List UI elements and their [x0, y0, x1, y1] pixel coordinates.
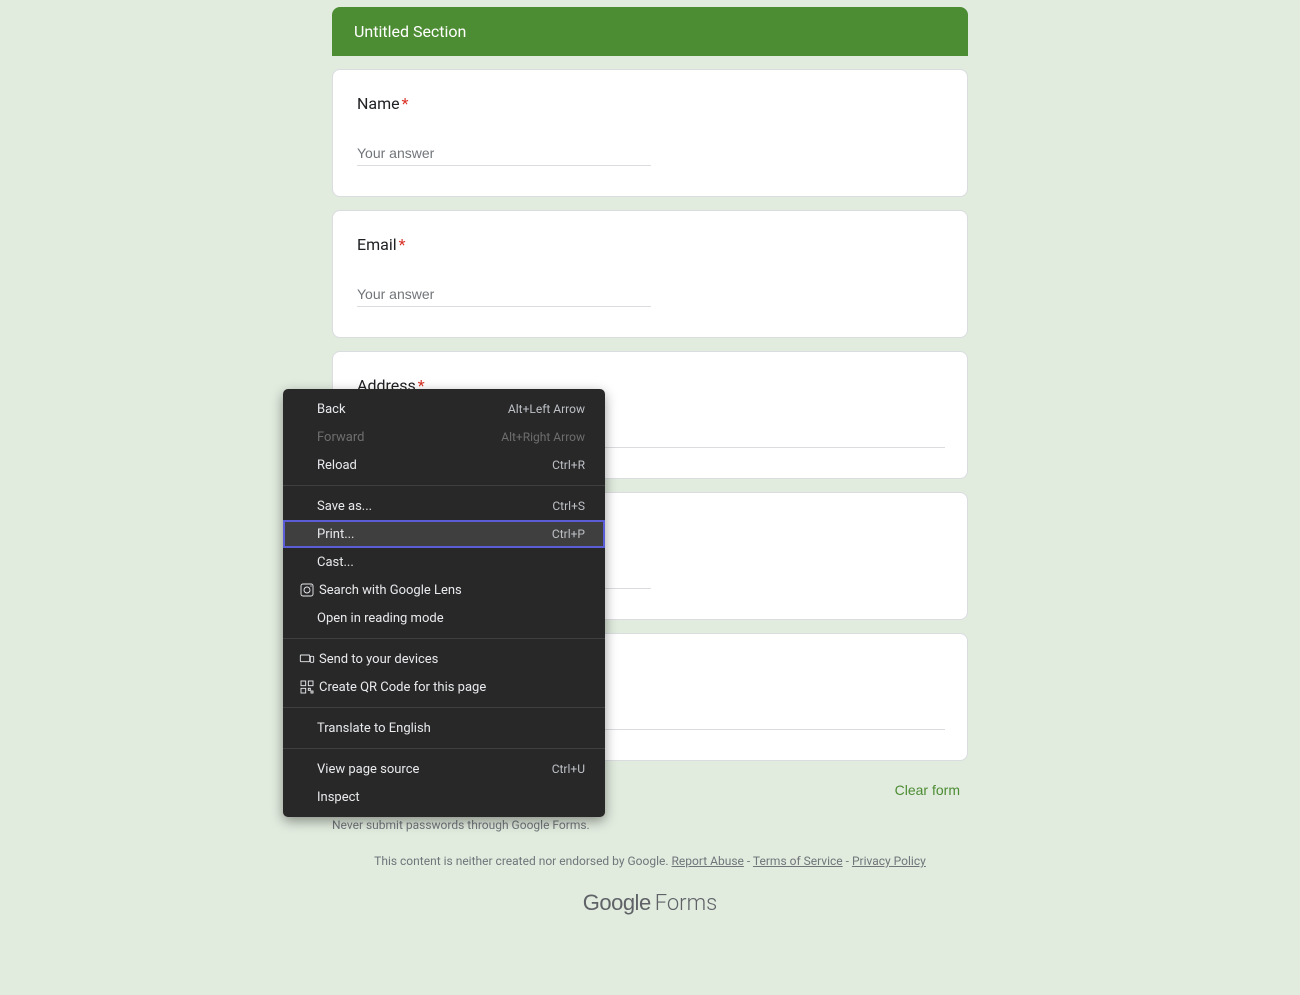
menu-item-label: Reload [297, 458, 552, 473]
label-text: Name [357, 94, 400, 113]
menu-item-forward: ForwardAlt+Right Arrow [283, 423, 605, 451]
email-input[interactable] [357, 282, 651, 307]
menu-item-label: Create QR Code for this page [319, 680, 585, 695]
sep: - [843, 854, 852, 868]
menu-item-view-page-source[interactable]: View page sourceCtrl+U [283, 755, 605, 783]
menu-item-shortcut: Ctrl+P [552, 527, 585, 541]
question-label: Name* [357, 94, 943, 113]
question-card-email: Email* [332, 210, 968, 338]
menu-item-label: Cast... [297, 555, 585, 570]
privacy-link[interactable]: Privacy Policy [852, 854, 926, 868]
clear-form-button[interactable]: Clear form [887, 774, 968, 806]
menu-item-label: Back [297, 402, 508, 417]
menu-item-label: Search with Google Lens [319, 583, 585, 598]
section-header: Untitled Section [332, 7, 968, 56]
menu-item-cast[interactable]: Cast... [283, 548, 605, 576]
devices-icon [297, 651, 317, 667]
menu-item-send-to-your-devices[interactable]: Send to your devices [283, 645, 605, 673]
menu-item-shortcut: Ctrl+U [552, 762, 585, 776]
menu-item-label: Translate to English [297, 721, 585, 736]
terms-link[interactable]: Terms of Service [753, 854, 843, 868]
menu-item-save-as[interactable]: Save as...Ctrl+S [283, 492, 605, 520]
menu-separator [283, 485, 605, 486]
menu-item-label: Open in reading mode [297, 611, 585, 626]
menu-item-label: Save as... [297, 499, 552, 514]
menu-item-back[interactable]: BackAlt+Left Arrow [283, 395, 605, 423]
qr-icon [297, 679, 317, 695]
menu-item-print[interactable]: Print...Ctrl+P [283, 520, 605, 548]
password-notice: Never submit passwords through Google Fo… [332, 818, 968, 832]
menu-item-shortcut: Alt+Right Arrow [501, 430, 585, 444]
menu-item-inspect[interactable]: Inspect [283, 783, 605, 811]
label-text: Email [357, 235, 397, 254]
report-abuse-link[interactable]: Report Abuse [672, 854, 744, 868]
menu-item-label: View page source [297, 762, 552, 777]
menu-item-label: Inspect [297, 790, 585, 805]
logo-google-text: Google [583, 890, 651, 916]
menu-item-label: Forward [297, 430, 501, 445]
required-asterisk: * [399, 235, 406, 254]
context-menu: BackAlt+Left ArrowForwardAlt+Right Arrow… [283, 389, 605, 817]
sep: - [744, 854, 753, 868]
menu-item-shortcut: Alt+Left Arrow [508, 402, 585, 416]
menu-item-search-with-google-lens[interactable]: Search with Google Lens [283, 576, 605, 604]
google-forms-logo[interactable]: Google Forms [332, 890, 968, 916]
menu-item-label: Send to your devices [319, 652, 585, 667]
name-input[interactable] [357, 141, 651, 166]
menu-item-label: Print... [297, 527, 552, 542]
menu-item-shortcut: Ctrl+R [552, 458, 585, 472]
menu-item-translate-to-english[interactable]: Translate to English [283, 714, 605, 742]
menu-separator [283, 707, 605, 708]
menu-separator [283, 638, 605, 639]
lens-icon [297, 582, 317, 598]
menu-separator [283, 748, 605, 749]
disclaimer: This content is neither created nor endo… [332, 854, 968, 868]
question-card-name: Name* [332, 69, 968, 197]
menu-item-create-qr-code-for-this-page[interactable]: Create QR Code for this page [283, 673, 605, 701]
menu-item-open-in-reading-mode[interactable]: Open in reading mode [283, 604, 605, 632]
logo-forms-text: Forms [655, 891, 718, 916]
question-label: Email* [357, 235, 943, 254]
menu-item-shortcut: Ctrl+S [552, 499, 585, 513]
required-asterisk: * [402, 94, 409, 113]
disclaimer-text: This content is neither created nor endo… [374, 854, 671, 868]
menu-item-reload[interactable]: ReloadCtrl+R [283, 451, 605, 479]
section-title: Untitled Section [354, 22, 466, 41]
